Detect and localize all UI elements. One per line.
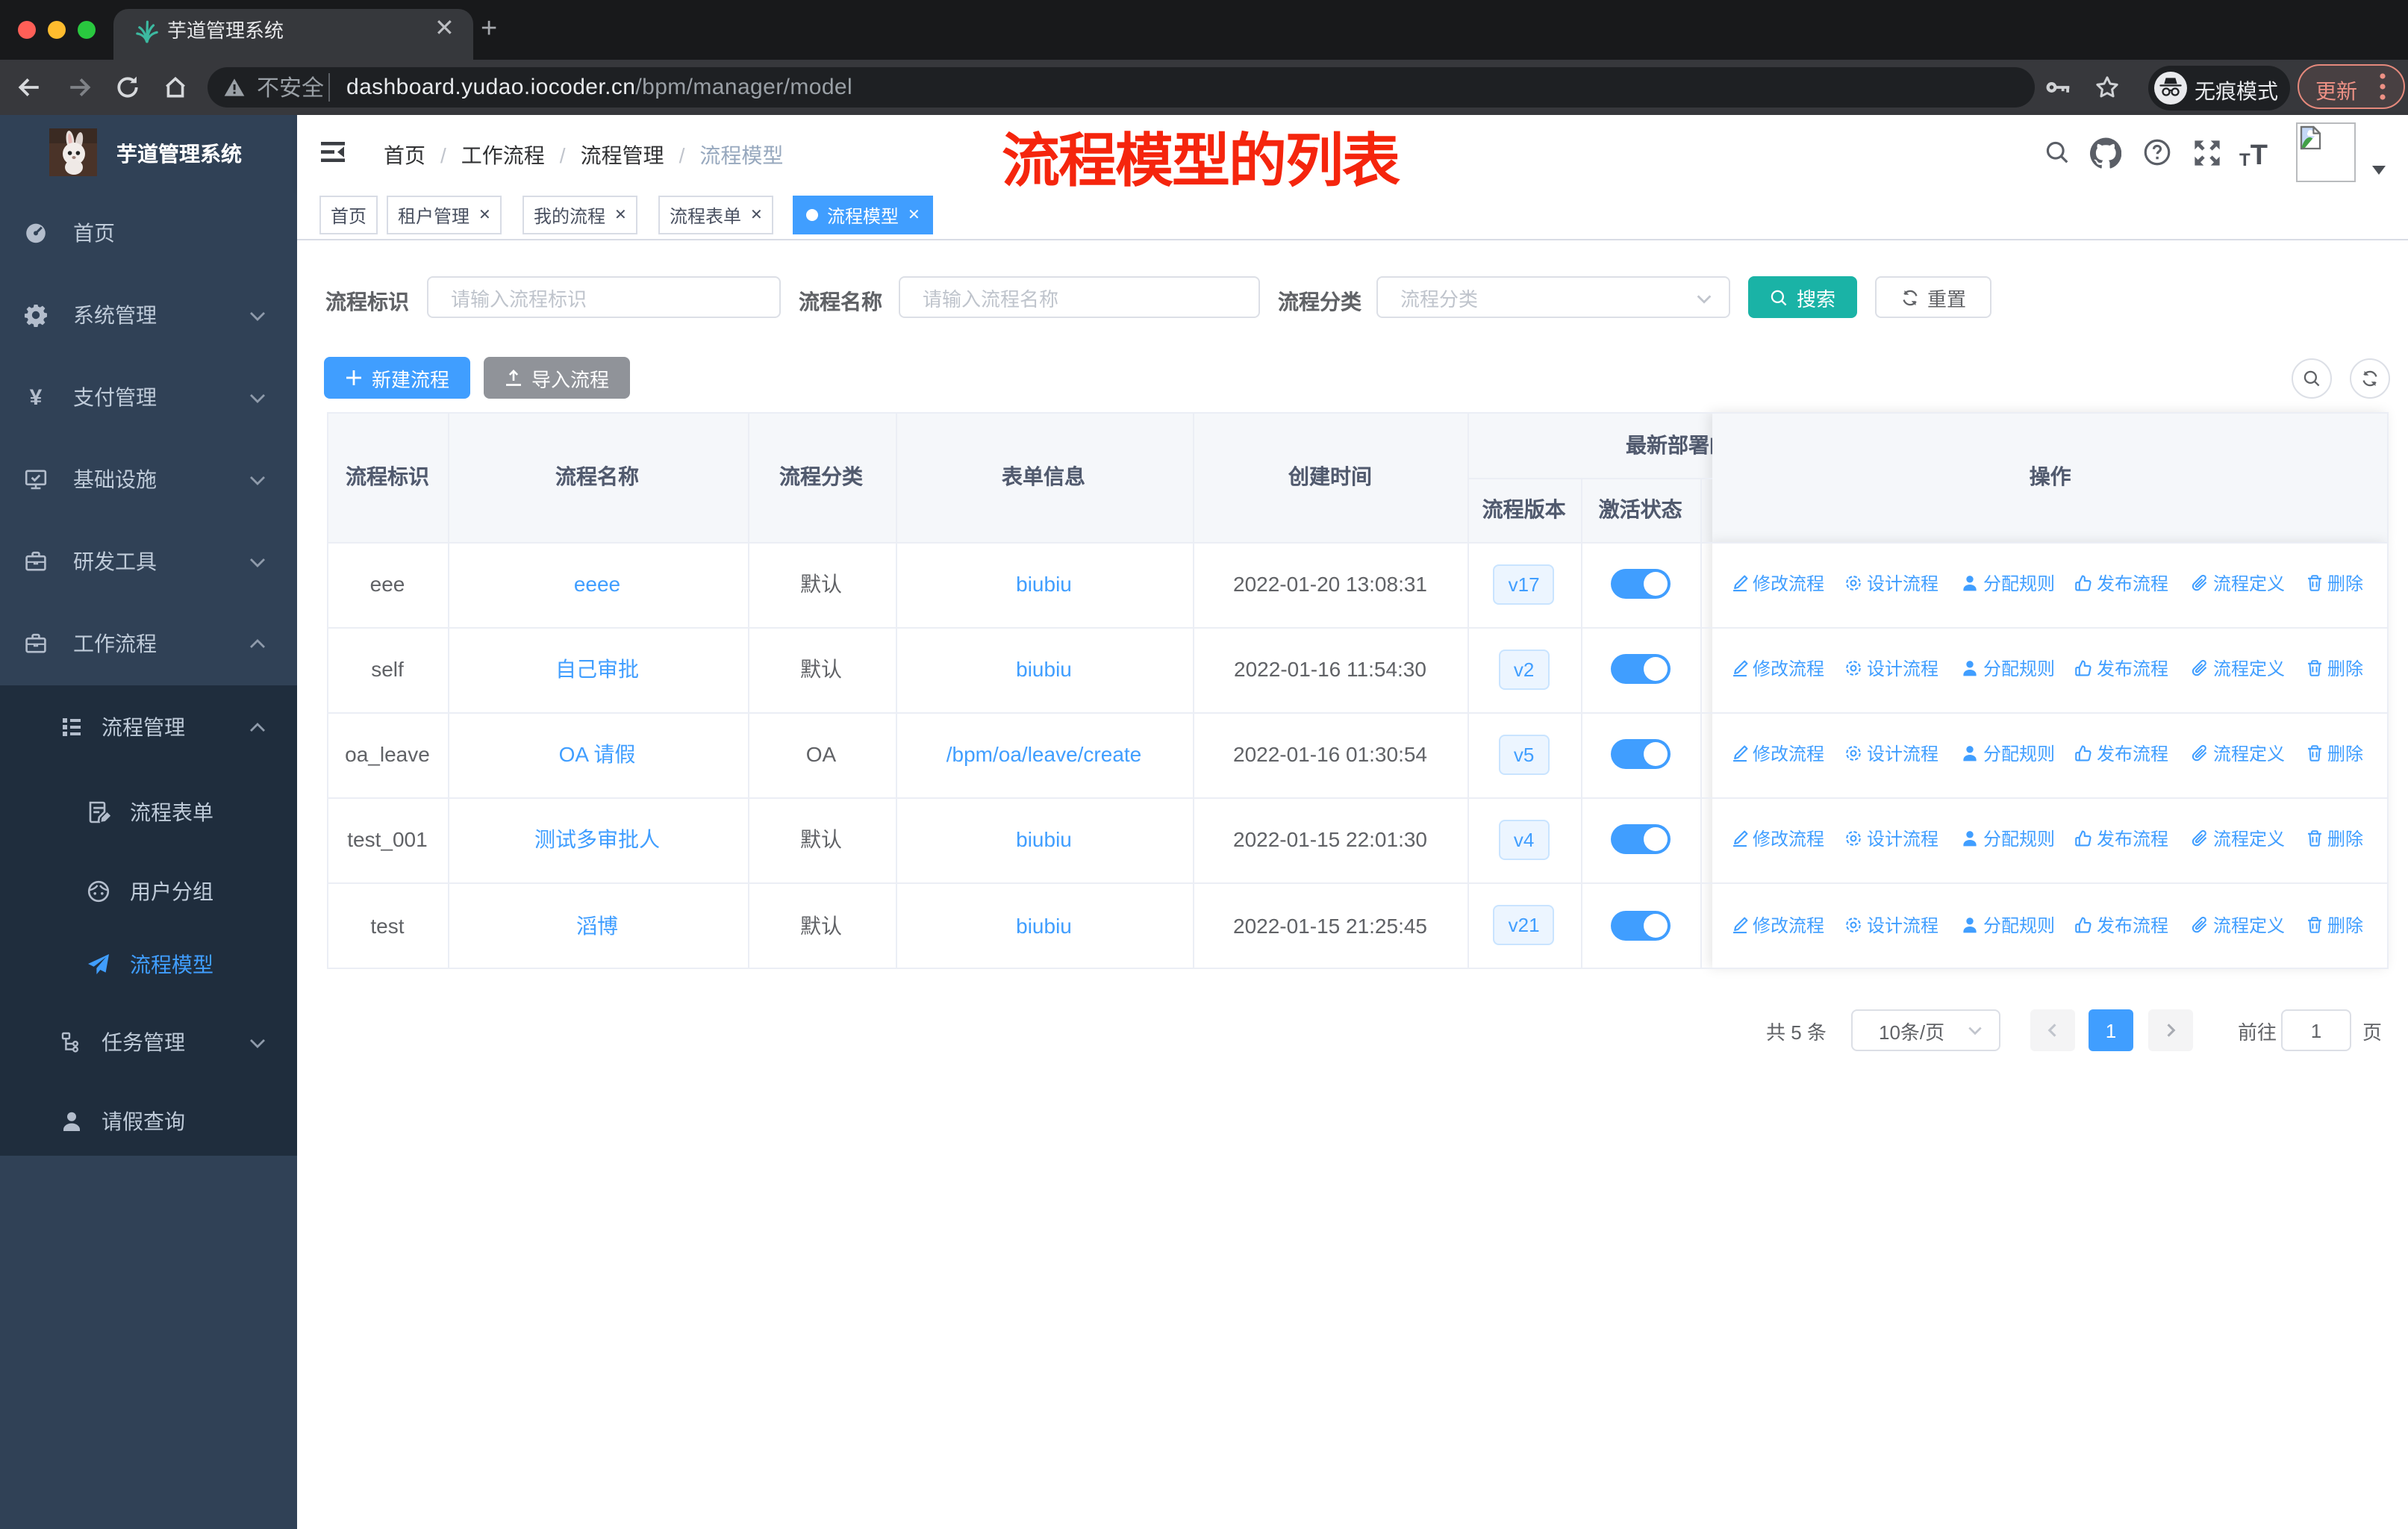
svg-text:¥: ¥ [30, 385, 43, 409]
